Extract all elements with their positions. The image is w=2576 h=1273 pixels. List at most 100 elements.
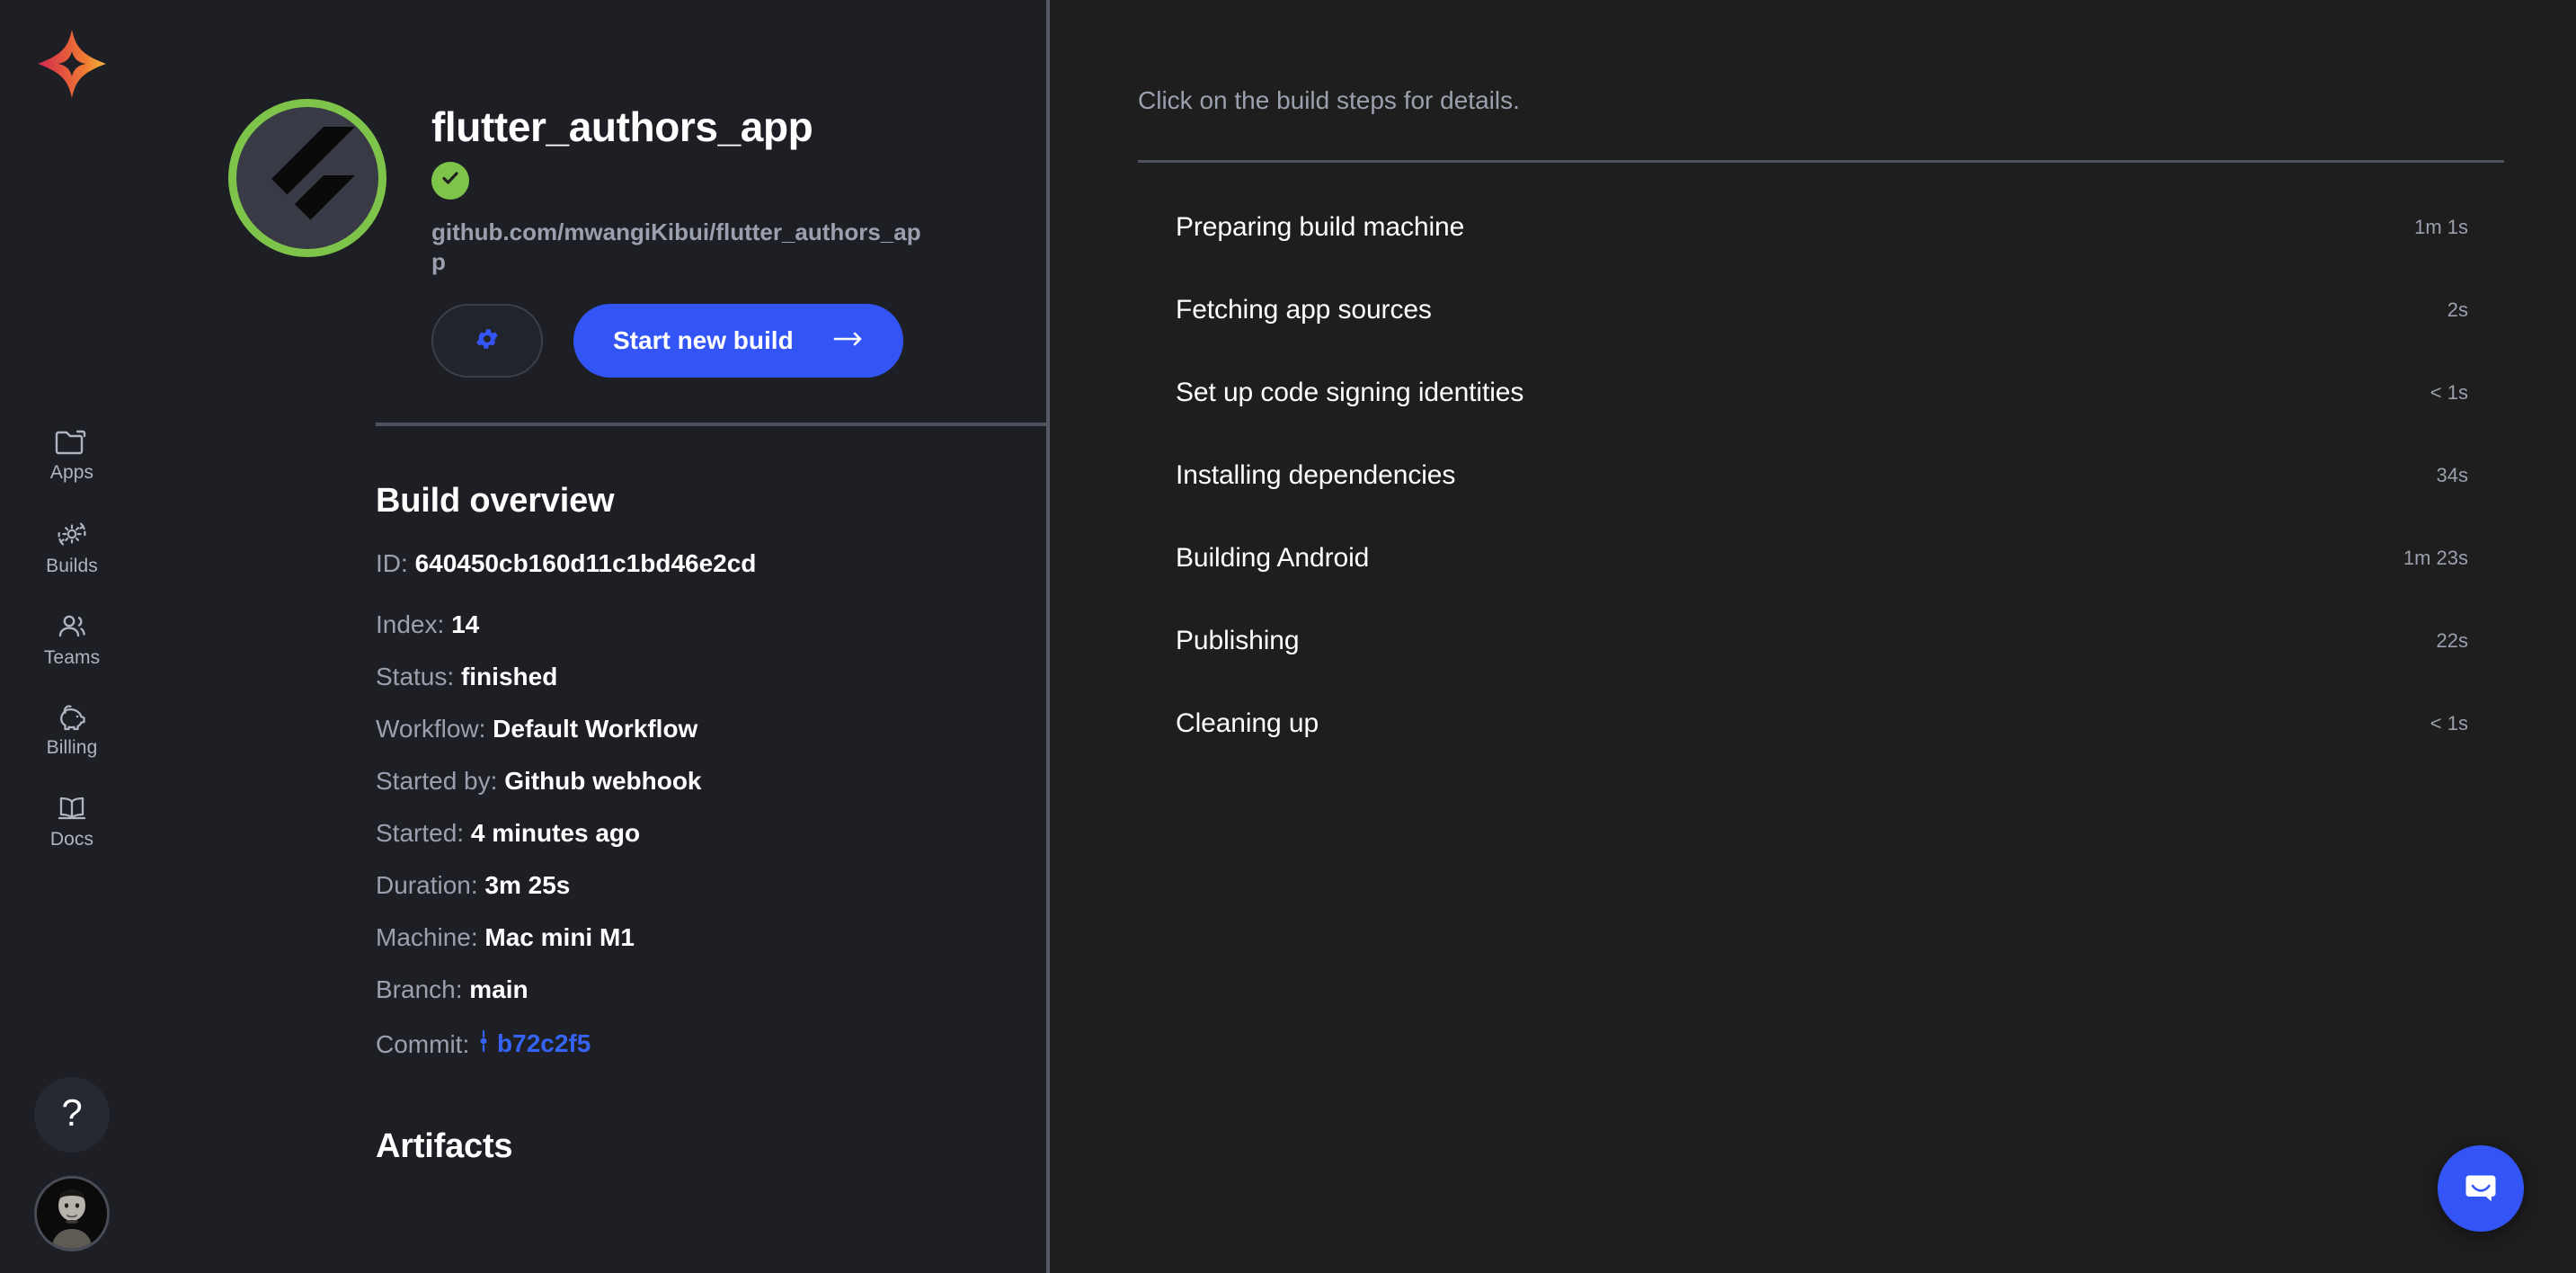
support-chat-button[interactable]: [2438, 1145, 2524, 1232]
artifacts-heading: Artifacts: [376, 1127, 513, 1166]
start-new-build-button[interactable]: Start new build: [573, 304, 903, 378]
sidebar-item-apps[interactable]: Apps: [22, 426, 121, 482]
build-overview-heading: Build overview: [376, 482, 615, 521]
detail-key: ID:: [376, 549, 408, 578]
build-step-name: Installing dependencies: [1176, 460, 1456, 490]
sidebar-item-docs[interactable]: Docs: [22, 793, 121, 849]
detail-row-status: Status: finished: [376, 664, 1046, 690]
detail-key: Duration:: [376, 871, 478, 900]
repository-url[interactable]: github.com/mwangiKibui/flutter_authors_a…: [431, 218, 935, 278]
build-step-name: Building Android: [1176, 543, 1370, 573]
sidebar-nav-list: Apps Builds Teams Billing Docs: [22, 426, 121, 849]
build-step-name: Publishing: [1176, 626, 1300, 655]
detail-key: Workflow:: [376, 715, 486, 743]
commit-link[interactable]: b72c2f5: [476, 1029, 591, 1057]
build-step-row[interactable]: Fetching app sources 2s: [1138, 269, 2504, 352]
page-title: flutter_authors_app: [431, 103, 813, 150]
detail-value: 3m 25s: [484, 871, 571, 900]
question-mark-icon: ?: [61, 1091, 83, 1134]
app-settings-button[interactable]: [431, 304, 543, 378]
check-circle-icon: [440, 167, 461, 193]
build-step-name: Fetching app sources: [1176, 295, 1432, 325]
avatar[interactable]: [34, 1176, 110, 1251]
detail-row-started: Started: 4 minutes ago: [376, 821, 1046, 846]
primary-sidebar: Apps Builds Teams Billing Docs ?: [0, 0, 144, 1273]
detail-value: 640450cb160d11c1bd46e2cd: [414, 549, 757, 578]
arrow-right-icon: [833, 330, 864, 352]
build-steps-panel: Click on the build steps for details. Pr…: [1050, 0, 2576, 1273]
people-icon: [54, 611, 90, 642]
detail-row-branch: Branch: main: [376, 977, 1046, 1002]
detail-value: finished: [460, 663, 558, 691]
sidebar-item-builds[interactable]: Builds: [22, 518, 121, 575]
detail-value: Mac mini M1: [484, 923, 635, 952]
detail-row-workflow: Workflow: Default Workflow: [376, 717, 1046, 742]
detail-key: Started:: [376, 819, 465, 848]
build-step-duration: 22s: [2436, 629, 2468, 652]
detail-key: Branch:: [376, 975, 463, 1004]
app-meta: flutter_authors_app github.com/mwangiKib…: [431, 99, 935, 378]
detail-key: Status:: [376, 663, 455, 691]
build-step-name: Preparing build machine: [1176, 212, 1465, 242]
sidebar-item-teams[interactable]: Teams: [22, 611, 121, 667]
build-step-row[interactable]: Preparing build machine 1m 1s: [1138, 186, 2504, 269]
build-details-panel: flutter_authors_app github.com/mwangiKib…: [144, 0, 1046, 1273]
build-step-duration: < 1s: [2429, 381, 2468, 404]
sidebar-item-label: Billing: [46, 737, 98, 758]
build-step-duration: < 1s: [2429, 712, 2468, 734]
detail-row-machine: Machine: Mac mini M1: [376, 925, 1046, 950]
sidebar-bottom-group: ?: [0, 1077, 144, 1251]
help-button[interactable]: ?: [34, 1077, 110, 1153]
commit-icon: [476, 1029, 491, 1057]
detail-row-duration: Duration: 3m 25s: [376, 873, 1046, 898]
app-header: flutter_authors_app github.com/mwangiKib…: [144, 0, 1046, 378]
detail-row-commit: Commit: b72c2f5: [376, 1029, 1046, 1057]
gear-refresh-icon: [54, 518, 90, 550]
sidebar-item-billing[interactable]: Billing: [22, 703, 121, 757]
commit-hash: b72c2f5: [497, 1028, 591, 1057]
section-divider: [376, 423, 1046, 427]
detail-row-index: Index: 14: [376, 612, 1046, 637]
detail-row-id: ID: 640450cb160d11c1bd46e2cd: [376, 551, 1046, 576]
build-steps-list: Preparing build machine 1m 1s Fetching a…: [1138, 186, 2504, 765]
detail-key: Started by:: [376, 767, 498, 796]
build-step-duration: 34s: [2436, 464, 2468, 486]
build-step-name: Cleaning up: [1176, 708, 1319, 738]
sidebar-item-label: Apps: [49, 462, 94, 483]
app-actions: Start new build: [431, 304, 935, 378]
start-new-build-label: Start new build: [613, 326, 794, 355]
sidebar-item-label: Teams: [43, 647, 101, 668]
detail-value: main: [469, 975, 529, 1004]
intercom-chat-icon: [2460, 1166, 2501, 1212]
detail-value: 4 minutes ago: [470, 819, 641, 848]
codemagic-star-logo[interactable]: [33, 25, 111, 102]
build-step-row[interactable]: Cleaning up < 1s: [1138, 682, 2504, 765]
folder-icon: [54, 426, 90, 457]
sidebar-item-label: Docs: [49, 829, 94, 850]
open-book-icon: [54, 793, 90, 823]
app-root: Apps Builds Teams Billing Docs ? flutter…: [0, 0, 2576, 1273]
build-overview-list: ID: 640450cb160d11c1bd46e2cd Index: 14 S…: [376, 551, 1046, 1057]
build-step-duration: 2s: [2447, 298, 2468, 321]
gear-icon: [474, 325, 501, 357]
build-step-row[interactable]: Building Android 1m 23s: [1138, 517, 2504, 600]
detail-row-started-by: Started by: Github webhook: [376, 769, 1046, 794]
detail-key: Machine:: [376, 923, 478, 952]
detail-key: Index:: [376, 610, 445, 639]
build-step-row[interactable]: Publishing 22s: [1138, 600, 2504, 682]
sidebar-item-label: Builds: [46, 556, 98, 576]
build-step-duration: 1m 23s: [2403, 547, 2468, 569]
flutter-logo-icon: [228, 99, 386, 257]
steps-divider: [1138, 160, 2504, 163]
detail-value: 14: [451, 610, 480, 639]
build-step-row[interactable]: Installing dependencies 34s: [1138, 434, 2504, 517]
detail-key: Commit:: [376, 1030, 470, 1059]
detail-value: Default Workflow: [493, 715, 698, 743]
piggy-bank-icon: [54, 703, 90, 732]
build-step-name: Set up code signing identities: [1176, 378, 1524, 407]
build-step-duration: 1m 1s: [2414, 216, 2468, 238]
detail-value: Github webhook: [504, 767, 702, 796]
status-badge: [431, 161, 469, 200]
build-step-row[interactable]: Set up code signing identities < 1s: [1138, 352, 2504, 434]
build-steps-hint: Click on the build steps for details.: [1138, 86, 1520, 114]
